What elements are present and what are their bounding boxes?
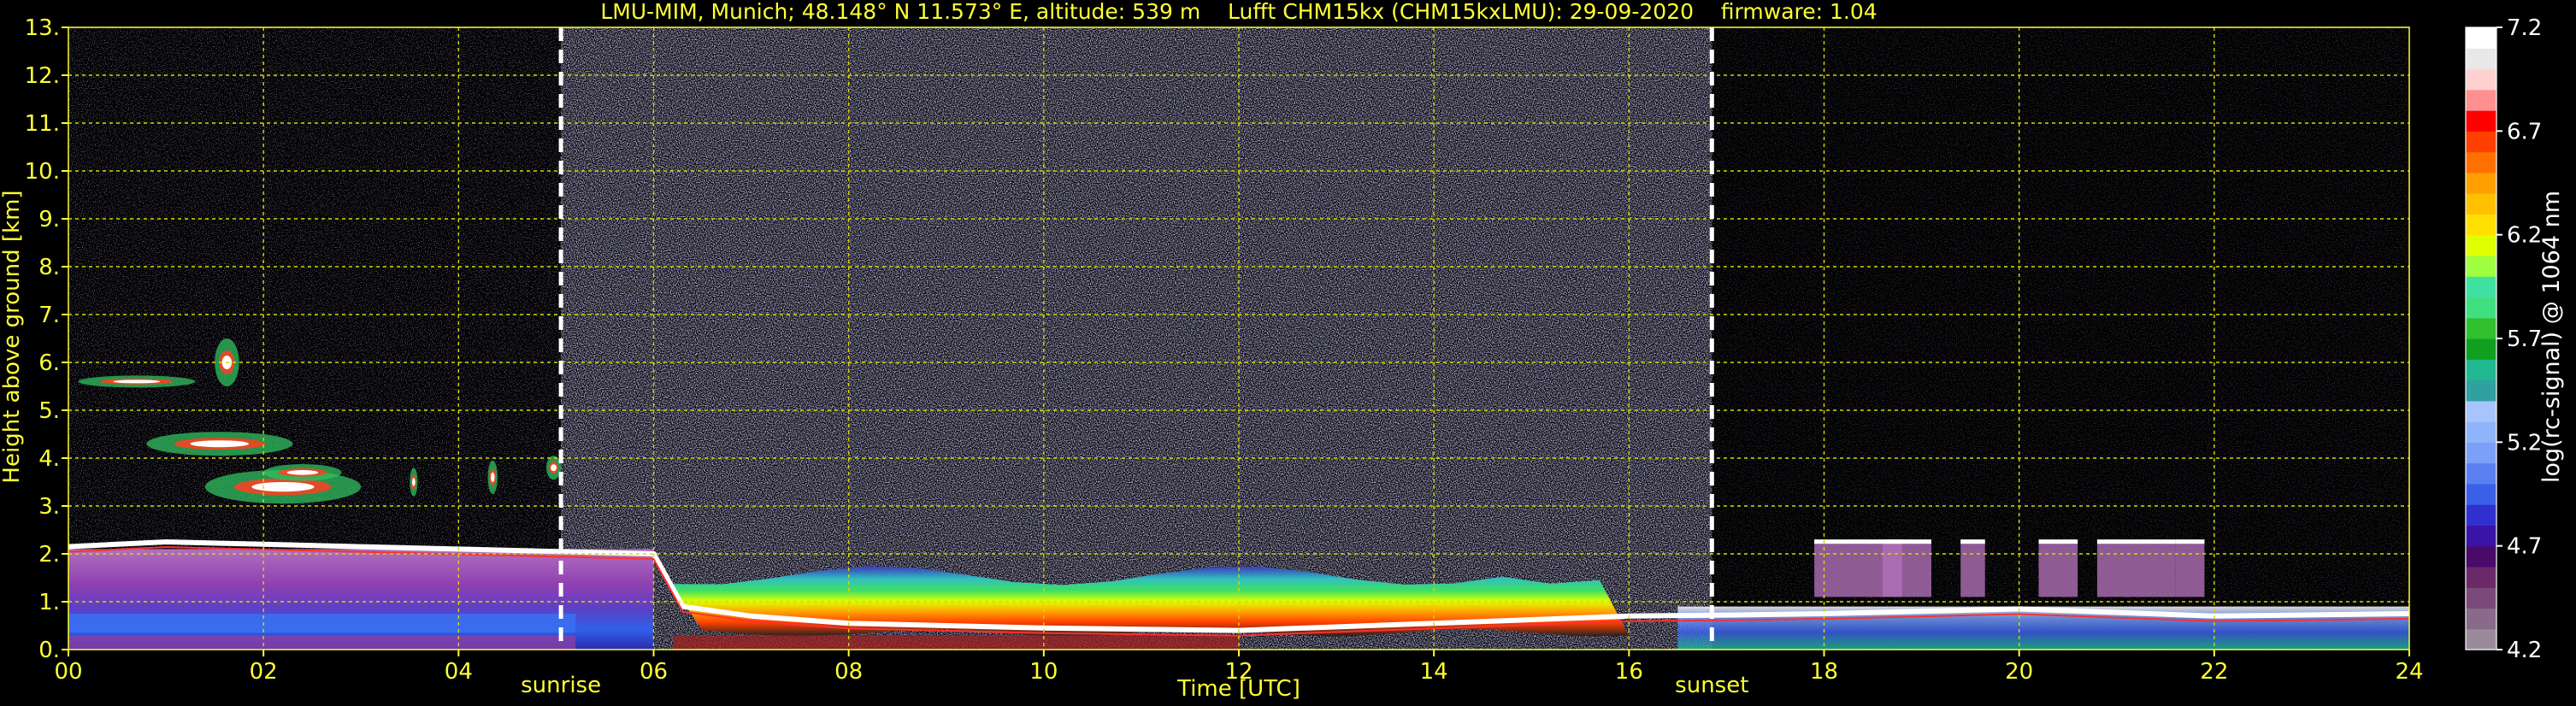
colorbar-tick-label: 6.2 [2507,223,2542,249]
near-ground-strip [673,635,1239,650]
colorbar-segment [2466,110,2496,132]
low-cloud [2175,539,2205,597]
elevated-cloud-peak [412,478,416,486]
colorbar-segment [2466,462,2496,485]
low-cloud-top [1960,539,1985,544]
x-tick-label: 22 [2200,659,2228,685]
colorbar-segment [2466,255,2496,277]
low-cloud [2096,539,2176,597]
x-tick-label: 14 [1420,659,1448,685]
y-tick-label: 9. [38,207,60,232]
colorbar-segment [2466,566,2496,588]
colorbar-segment [2466,276,2496,298]
colorbar-segment [2466,608,2496,630]
colorbar-segment [2466,545,2496,568]
surface-band [68,635,576,650]
x-tick-label: 02 [250,659,278,685]
x-tick-label: 08 [834,659,863,685]
colorbar-tick-label: 5.2 [2507,430,2542,456]
y-tick-label: 0. [38,638,60,663]
elevated-cloud-peak [551,464,557,472]
colorbar-segment [2466,317,2496,339]
colorbar-segment [2466,628,2496,650]
colorbar-segment [2466,359,2496,381]
colorbar-segment [2466,442,2496,464]
colorbar-segment [2466,525,2496,547]
y-tick-label: 3. [38,494,60,520]
low-cloud-top [1882,539,1931,544]
low-cloud [1882,539,1931,597]
y-tick-label: 4. [38,446,60,472]
x-tick-label: 24 [2395,659,2423,685]
y-tick-label: 5. [38,398,60,424]
y-tick-label: 2. [38,542,60,568]
y-tick-label: 1. [38,590,60,615]
y-tick-label: 13. [25,15,60,41]
colorbar-segment [2466,68,2496,91]
colorbar-segment [2466,172,2496,194]
low-cloud [1960,539,1985,597]
y-tick-label: 6. [38,350,60,376]
colorbar-segment [2466,338,2496,360]
y-axis-title: Height above ground [km] [0,190,25,483]
sunset-label: sunset [1675,673,1748,698]
ceilometer-chart: sunrise sunset 00 02 04 06 08 10 12 14 16 18 20 22 24… [0,0,2565,702]
x-tick-label: 20 [2005,659,2033,685]
x-tick-label: 10 [1029,659,1058,685]
colorbar: 4.2 4.7 5.2 5.7 6.2 6.7 7.2 [2465,15,2542,663]
chart-title: LMU-MIM, Munich; 48.148° N 11.573° E, al… [600,0,1877,24]
y-tick-label: 7. [38,303,60,328]
colorbar-tick-label: 4.2 [2507,638,2542,663]
colorbar-segment [2466,504,2496,526]
low-cloud-top [2096,539,2176,544]
x-tick-label: 06 [640,659,668,685]
residual-lower-band [68,614,576,633]
low-cloud [2038,539,2078,597]
y-tick-label: 8. [38,255,60,280]
low-cloud-top [2175,539,2205,544]
y-tick-label: 10. [25,159,60,185]
colorbar-label: log(rc-signal) @ 1064 nm [2538,191,2565,483]
colorbar-segment [2466,131,2496,153]
colorbar-tick-label: 7.2 [2507,15,2542,41]
colorbar-segment [2466,421,2496,443]
y-tick-label: 11. [25,111,60,137]
colorbar-segment [2466,193,2496,215]
elevated-cloud-peak [190,440,250,448]
elevated-cloud-peak [286,470,319,475]
colorbar-segment [2466,214,2496,236]
colorbar-segment [2466,27,2496,49]
residual-layer-band [68,549,654,650]
colorbar-segment [2466,400,2496,422]
colorbar-tick-label: 6.7 [2507,119,2542,144]
elevated-cloud-peak [113,379,161,384]
colorbar-segment [2466,379,2496,402]
sunrise-label: sunrise [521,673,601,698]
colorbar-segment [2466,483,2496,505]
x-axis-title: Time [UTC] [1176,676,1300,702]
colorbar-segment [2466,234,2496,256]
colorbar-segment [2466,587,2496,609]
colorbar-tick-label: 4.7 [2507,534,2542,560]
day-noise [561,27,1712,650]
elevated-cloud-peak [251,482,315,492]
colorbar-segment [2466,297,2496,319]
x-tick-label: 16 [1615,659,1643,685]
elevated-cloud-peak [490,472,495,483]
y-tick-label: 12. [25,63,60,89]
x-tick-label: 18 [1810,659,1838,685]
colorbar-segment [2466,48,2496,70]
colorbar-segment [2466,89,2496,111]
colorbar-tick-label: 5.7 [2507,327,2542,352]
x-tick-label: 04 [445,659,473,685]
low-cloud-top [2038,539,2078,544]
colorbar-segment [2466,151,2496,174]
